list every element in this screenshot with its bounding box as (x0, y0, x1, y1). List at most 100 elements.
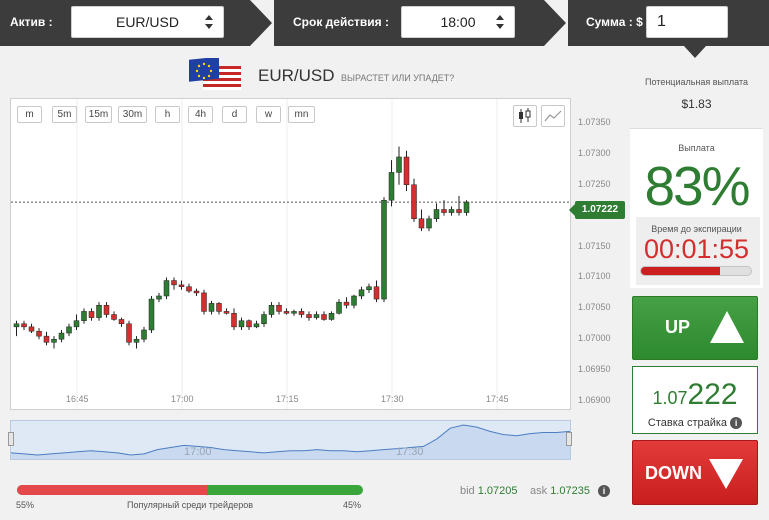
arrow-down-icon (709, 459, 743, 489)
sentiment-bar (17, 485, 363, 495)
timeframe-button-30m[interactable]: 30m (118, 106, 147, 123)
timeframe-button-m[interactable]: m (17, 106, 42, 123)
navigator-right-handle[interactable] (566, 432, 572, 446)
timeframe-button-h[interactable]: h (155, 106, 180, 123)
info-icon[interactable]: i (598, 485, 610, 497)
candle (388, 160, 395, 207)
timeframe-button-mn[interactable]: mn (288, 106, 315, 123)
amount-input[interactable]: 1 (646, 6, 728, 38)
divider-chevron-shape (250, 0, 272, 46)
candle (201, 289, 207, 315)
strike-price-prefix: 1.07 (652, 388, 688, 408)
candle (36, 328, 42, 340)
candle (43, 331, 50, 346)
candle (268, 302, 275, 318)
up-button[interactable]: UP (632, 296, 758, 360)
navigator-series (11, 424, 570, 459)
candle (103, 302, 110, 318)
candle (21, 320, 27, 330)
candle (118, 317, 125, 327)
y-tick-label: 1.07100 (578, 271, 611, 282)
strike-price: 1.07222 (632, 378, 758, 412)
up-button-label: UP (665, 317, 691, 337)
sentiment-label: Популярный среди трейдеров (126, 500, 254, 510)
candle (51, 336, 57, 349)
info-icon[interactable]: i (730, 417, 743, 429)
timeframe-button-15m[interactable]: 15m (85, 106, 112, 123)
candle (231, 308, 237, 330)
candle (223, 308, 230, 315)
navigator-left-handle[interactable] (8, 432, 14, 446)
timeframe-button-5m[interactable]: 5m (52, 106, 77, 123)
candles-layer (11, 99, 570, 409)
x-tick-label: 17:00 (171, 394, 194, 404)
strike-label: Ставка страйка i (632, 417, 758, 429)
candle (186, 283, 192, 293)
expiry-select[interactable]: 18:00 (401, 6, 515, 38)
candle (133, 336, 140, 349)
potential-payout-box (630, 60, 763, 128)
timeframe-button-d[interactable]: d (222, 106, 247, 123)
candle (111, 311, 117, 321)
x-tick-label: 17:45 (486, 394, 509, 404)
candle (411, 178, 417, 222)
asset-select[interactable]: EUR/USD (71, 6, 224, 38)
candle (381, 197, 387, 303)
candle (261, 311, 267, 327)
candle (208, 300, 215, 315)
x-tick-label: 17:30 (381, 394, 404, 404)
candle (433, 203, 440, 222)
candle (66, 323, 72, 337)
candle (28, 323, 35, 334)
y-tick-label: 1.06950 (578, 364, 611, 375)
navigator-label: 17:00 (184, 446, 212, 458)
sentiment-right-pct: 45% (343, 500, 362, 510)
down-button[interactable]: DOWN (632, 440, 758, 505)
candle (246, 319, 252, 330)
candle (96, 302, 102, 321)
expiry-label: Срок действия : (293, 15, 389, 29)
candle (178, 280, 185, 290)
expiry-select-value: 18:00 (440, 14, 476, 30)
strike-label-text: Ставка страйка (647, 417, 728, 429)
candle (351, 294, 357, 309)
expiry-progress-fill (641, 267, 721, 275)
x-tick-label: 16:45 (66, 394, 89, 404)
x-tick-label: 17:15 (276, 394, 299, 404)
timeframe-button-w[interactable]: w (256, 106, 281, 123)
candle (13, 320, 20, 337)
candle (358, 286, 365, 300)
y-tick-label: 1.07000 (578, 333, 611, 344)
expiry-progress-bar (640, 266, 752, 276)
potential-payout-value: $1.83 (681, 97, 712, 111)
payout-percent: 83% (644, 155, 750, 217)
candle (141, 326, 147, 343)
arrow-up-icon (710, 311, 744, 343)
bid-value: 1.07205 (477, 485, 518, 497)
amount-pointer (684, 46, 706, 58)
candle (238, 317, 245, 330)
candle (321, 311, 327, 321)
candle (88, 308, 95, 321)
asset-label: Актив : (10, 15, 53, 29)
candle (216, 302, 222, 315)
candle (343, 297, 350, 309)
current-price-tag: 1.07222 (569, 201, 625, 219)
timeframe-button-4h[interactable]: 4h (188, 106, 213, 123)
bid-label: bid (460, 485, 475, 497)
potential-payout-label: Потенциальная выплата (645, 77, 748, 87)
candle (313, 311, 320, 320)
candle (156, 292, 162, 303)
ask-label: ask (530, 485, 548, 497)
pair-question: ВЫРАСТЕТ ИЛИ УПАДЕТ? (341, 73, 455, 83)
y-tick-label: 1.07050 (578, 302, 611, 313)
asset-select-value: EUR/USD (115, 14, 179, 30)
expiry-countdown: 00:01:55 (643, 234, 750, 264)
candle (253, 320, 260, 329)
candle (403, 150, 410, 191)
candle (126, 320, 132, 346)
candle (373, 280, 380, 303)
y-tick-label: 1.07250 (578, 178, 611, 189)
candle (418, 209, 425, 232)
candle (463, 200, 470, 216)
